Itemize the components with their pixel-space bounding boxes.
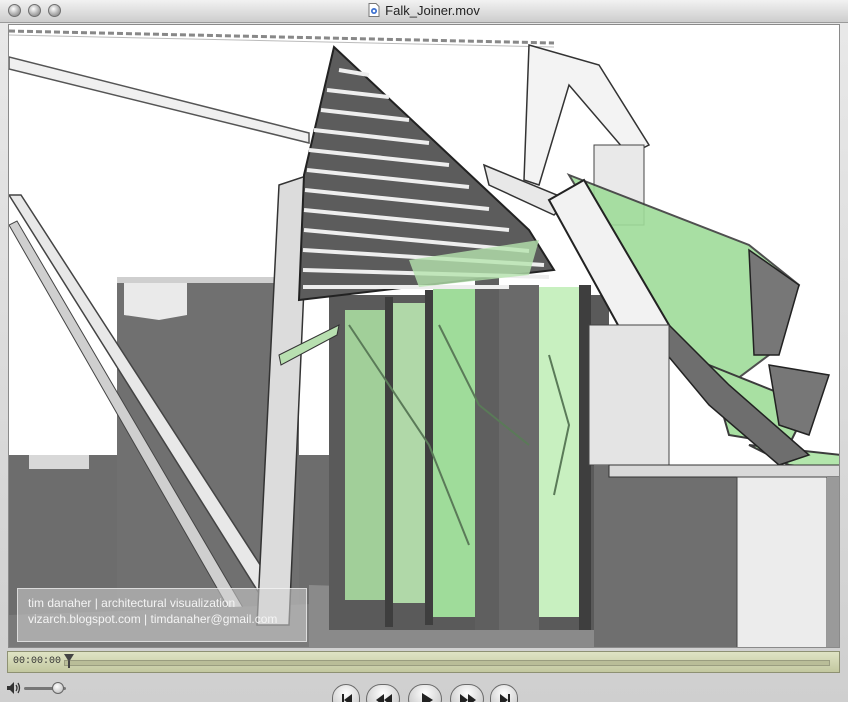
go-to-start-button[interactable]	[332, 684, 360, 702]
video-frame[interactable]: tim danaher | architectural visualizatio…	[8, 24, 840, 648]
speaker-icon[interactable]	[6, 681, 22, 695]
playhead-stem	[68, 661, 70, 668]
fast-forward-icon	[460, 694, 476, 702]
scrubber-bar[interactable]: 00:00:00	[7, 651, 840, 673]
architectural-render-image	[9, 25, 839, 647]
title-bar[interactable]: Falk_Joiner.mov	[0, 0, 848, 23]
window-title-area: Falk_Joiner.mov	[0, 3, 848, 18]
rewind-icon	[376, 694, 392, 702]
scrubber-track[interactable]	[64, 660, 830, 666]
current-time: 00:00:00	[13, 656, 62, 667]
skip-back-icon	[342, 694, 352, 702]
rewind-button[interactable]	[366, 684, 400, 702]
controls-bar	[0, 676, 848, 702]
watermark-line-2: vizarch.blogspot.com | timdanaher@gmail.…	[28, 612, 278, 626]
watermark-line-1: tim danaher | architectural visualizatio…	[28, 596, 236, 610]
fast-forward-button[interactable]	[450, 684, 484, 702]
quicktime-document-icon	[368, 3, 380, 17]
go-to-end-button[interactable]	[490, 684, 518, 702]
skip-forward-icon	[500, 694, 510, 702]
play-button[interactable]	[408, 684, 442, 702]
window-title: Falk_Joiner.mov	[385, 3, 480, 18]
watermark-overlay: tim danaher | architectural visualizatio…	[17, 588, 307, 642]
quicktime-player-window: Falk_Joiner.mov tim danaher | architectu…	[0, 0, 848, 702]
play-icon	[422, 693, 433, 702]
volume-knob[interactable]	[51, 682, 64, 694]
